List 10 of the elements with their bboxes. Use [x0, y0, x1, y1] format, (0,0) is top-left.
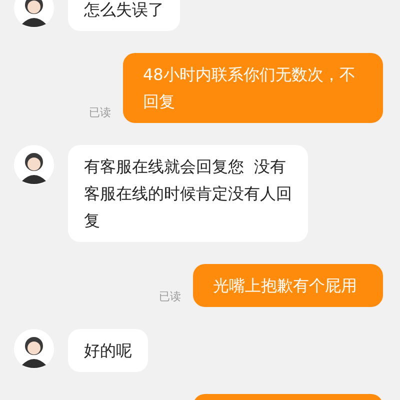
chat-bubble: 光嘴上抱歉有个屁用 — [193, 264, 383, 307]
chat-bubble: 好的呢 — [68, 329, 148, 372]
chat-bubble: 怎么失误了 — [68, 0, 180, 31]
chat-bubble: 有客服在线就会回复您 没有客服在线的时候肯定没有人回复 — [68, 145, 308, 242]
read-receipt: 已读 — [89, 104, 111, 120]
read-receipt: 已读 — [159, 288, 181, 304]
avatar-icon — [14, 0, 54, 28]
chat-bubble: 48小时内联系你们无数次，不回复 — [123, 53, 383, 123]
avatar-icon — [14, 329, 54, 369]
avatar-icon — [14, 145, 54, 185]
